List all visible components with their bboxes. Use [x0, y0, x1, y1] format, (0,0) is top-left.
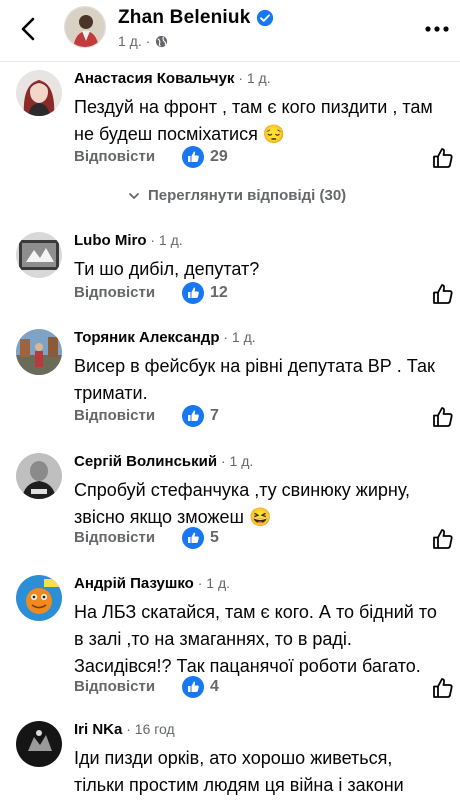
like-button-icon[interactable] [431, 527, 455, 551]
like-count: 7 [210, 407, 219, 424]
like-reaction-icon [182, 527, 204, 549]
like-summary[interactable]: 29 [182, 146, 228, 168]
comment-time: · 1 д. [217, 453, 254, 469]
commenter-avatar[interactable] [16, 70, 62, 116]
back-arrow-icon[interactable] [14, 14, 44, 44]
comment-header: Анастасия Ковальчук · 1 д. [74, 70, 271, 87]
comment-author[interactable]: Сергій Волинський [74, 453, 217, 470]
comment-header: Сергій Волинський · 1 д. [74, 453, 253, 470]
post-time: 1 д. · [118, 33, 151, 49]
like-reaction-icon [182, 405, 204, 427]
author-name[interactable]: Zhan Beleniuk [118, 7, 274, 29]
like-summary[interactable]: 5 [182, 527, 219, 549]
like-summary[interactable]: 4 [182, 676, 219, 698]
comment-time: · 1 д. [234, 70, 271, 86]
like-button-icon[interactable] [431, 676, 455, 700]
comment-text: Висер в фейсбук на рівні депутата ВР . Т… [74, 356, 435, 403]
like-reaction-icon [182, 146, 204, 168]
comment-author[interactable]: Iri NKa [74, 721, 122, 738]
reply-button[interactable]: Відповісти [74, 529, 155, 546]
comment-author[interactable]: Анастасия Ковальчук [74, 70, 234, 87]
like-count: 29 [210, 148, 228, 165]
author-avatar[interactable] [64, 6, 106, 48]
comment-header: Торяник Александр · 1 д. [74, 329, 256, 346]
commenter-avatar[interactable] [16, 721, 62, 767]
chevron-down-icon [129, 192, 139, 199]
like-button-icon[interactable] [431, 405, 455, 429]
commenter-avatar[interactable] [16, 575, 62, 621]
commenter-avatar[interactable] [16, 453, 62, 499]
comment-text: Спробуй стефанчука ,ту свинюку жирну, зв… [74, 480, 411, 527]
post-meta: 1 д. · [118, 33, 168, 49]
commenter-avatar[interactable] [16, 329, 62, 375]
comment-text: Іди пизди орків, ато хорошо живеться, ті… [74, 748, 404, 795]
comment-text: На ЛБЗ скатайся, там є кого. А то бідний… [74, 602, 437, 676]
comment-author[interactable]: Lubo Miro [74, 232, 146, 249]
comment-actions: Відповісти 7 [74, 405, 454, 429]
comment-header: Iri NKa · 16 год [74, 721, 175, 738]
reply-button[interactable]: Відповісти [74, 678, 155, 695]
comment-actions: Відповісти 29 [74, 146, 454, 170]
more-options-icon[interactable] [422, 14, 452, 44]
like-reaction-icon [182, 282, 204, 304]
reply-button[interactable]: Відповісти [74, 284, 155, 301]
reply-button[interactable]: Відповісти [74, 148, 155, 165]
comment-actions: Відповісти 5 [74, 527, 454, 551]
comment-time: · 1 д. [146, 232, 183, 248]
like-summary[interactable]: 7 [182, 405, 219, 427]
like-reaction-icon [182, 676, 204, 698]
commenter-avatar[interactable] [16, 232, 62, 278]
reply-button[interactable]: Відповісти [74, 407, 155, 424]
comment-text: Пездуй на фронт , там є кого пиздити , т… [74, 97, 433, 144]
comment-time: · 16 год [122, 721, 175, 737]
comment-header: Андрій Пазушко · 1 д. [74, 575, 230, 592]
like-count: 4 [210, 678, 219, 695]
comment-author[interactable]: Торяник Александр [74, 329, 219, 346]
like-button-icon[interactable] [431, 146, 455, 170]
comment-header: Lubo Miro · 1 д. [74, 232, 183, 249]
post-header: Zhan Beleniuk 1 д. · [0, 0, 460, 62]
globe-icon [156, 35, 168, 47]
like-count: 5 [210, 529, 219, 546]
comment-actions: Відповісти 12 [74, 282, 454, 306]
verified-badge-icon [257, 9, 274, 27]
view-replies-link[interactable]: Переглянути відповіді (30) [128, 187, 346, 204]
author-name-text: Zhan Beleniuk [118, 7, 251, 28]
comment-author[interactable]: Андрій Пазушко [74, 575, 194, 592]
comment-text: Ти шо дибіл, депутат? [74, 259, 260, 279]
view-replies-text: Переглянути відповіді (30) [148, 187, 347, 204]
like-count: 12 [210, 284, 228, 301]
comment-time: · 1 д. [193, 575, 231, 591]
like-summary[interactable]: 12 [182, 282, 228, 304]
comment-actions: Відповісти 4 [74, 676, 454, 700]
comment-time: · 1 д. [219, 329, 256, 345]
like-button-icon[interactable] [431, 282, 455, 306]
